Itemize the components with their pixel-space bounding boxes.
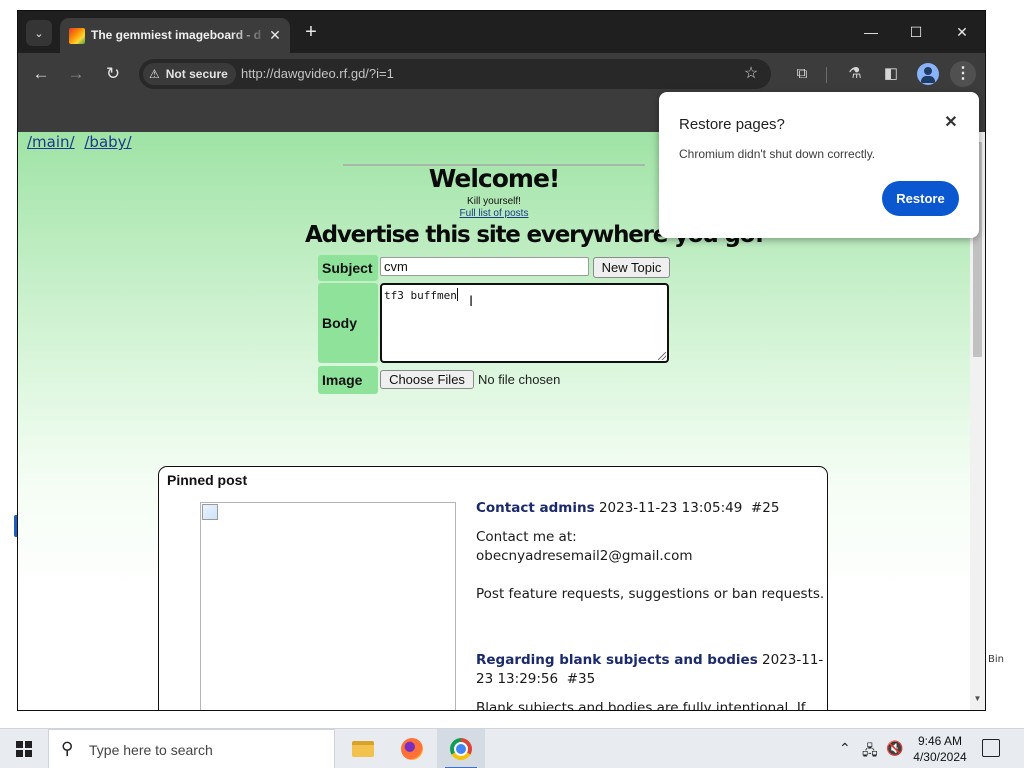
image-label: Image: [318, 366, 378, 394]
active-tab[interactable]: The gemmiest imageboard - d ✕: [60, 18, 290, 53]
close-icon[interactable]: ✕: [266, 26, 284, 44]
restore-title: Restore pages?: [679, 116, 785, 133]
advertise-banner: Advertise this site everywhere you go!: [305, 222, 765, 248]
toolbar-separator: [826, 67, 827, 83]
board-nav: /main/ /baby/: [27, 133, 137, 151]
post-body: Contact me at: obecnyadresemail2@gmail.c…: [476, 528, 826, 604]
body-text: tf3 buffmen: [384, 289, 457, 302]
post-subject: Contact admins: [476, 500, 595, 516]
board-link-baby[interactable]: /baby/: [84, 133, 131, 151]
profile-icon[interactable]: [917, 63, 939, 85]
subject-label: Subject: [318, 255, 378, 281]
clock-date: 4/30/2024: [913, 750, 967, 764]
warning-triangle-icon: ⚠: [149, 67, 160, 81]
search-icon: ⚲: [61, 739, 74, 758]
post-body: Blank subjects and bodies are fully inte…: [476, 699, 826, 711]
clock[interactable]: 9:46 AM 4/30/2024: [905, 733, 975, 765]
notification-icon[interactable]: [982, 739, 1000, 757]
restore-pages-dialog: Restore pages? ✕ Chromium didn't shut do…: [659, 92, 979, 238]
windows-logo-icon: [16, 741, 32, 757]
post-contact-admins: Contact admins 2023-11-23 13:05:49 #25 C…: [476, 499, 826, 604]
start-button[interactable]: [0, 729, 48, 768]
site-favicon: [69, 28, 85, 44]
post-line: Blank subjects and bodies are fully inte…: [476, 700, 806, 711]
resize-grip-icon[interactable]: [658, 352, 666, 360]
board-link-main[interactable]: /main/: [27, 133, 75, 151]
close-icon[interactable]: ✕: [940, 112, 962, 134]
ibeam-cursor-icon: I: [469, 294, 474, 310]
broken-image-icon[interactable]: [200, 502, 456, 710]
scroll-down-icon[interactable]: ▼: [972, 694, 983, 703]
url-text[interactable]: http://dawgvideo.rf.gd/?i=1: [241, 66, 394, 81]
chevron-up-icon[interactable]: ⌃: [839, 740, 851, 757]
subject-input[interactable]: cvm: [380, 257, 589, 276]
puzzle-icon[interactable]: ⧉: [790, 62, 814, 86]
new-topic-button[interactable]: New Topic: [593, 257, 670, 278]
post-blank-subjects: Regarding blank subjects and bodies 2023…: [476, 651, 826, 711]
file-explorer-taskbar-button[interactable]: [338, 729, 386, 768]
chromium-taskbar-button[interactable]: [437, 729, 485, 768]
tab-title-fade: [230, 26, 270, 46]
choose-files-button[interactable]: Choose Files: [380, 370, 474, 389]
network-icon[interactable]: 🖧: [862, 740, 878, 764]
security-chip[interactable]: ⚠ Not secure: [143, 63, 236, 85]
reload-icon[interactable]: ↻: [101, 62, 125, 86]
minimize-icon[interactable]: —: [856, 19, 886, 45]
chevron-down-icon[interactable]: ⌄: [26, 20, 52, 46]
post-line: Contact me at:: [476, 529, 577, 545]
star-icon[interactable]: ☆: [740, 63, 762, 85]
clock-time: 9:46 AM: [917, 734, 963, 748]
body-textarea[interactable]: tf3 buffmen: [380, 283, 669, 363]
folder-icon: [352, 741, 374, 757]
body-label: Body: [318, 283, 378, 363]
post-number[interactable]: #35: [567, 671, 596, 687]
tab-strip: ⌄ The gemmiest imageboard - d ✕ + — ☐ ✕: [18, 11, 985, 53]
pinned-title: Pinned post: [167, 472, 248, 488]
restore-message: Chromium didn't shut down correctly.: [679, 147, 876, 161]
maximize-icon[interactable]: ☐: [901, 19, 931, 45]
window-close-icon[interactable]: ✕: [947, 19, 977, 45]
firefox-icon: [401, 738, 423, 760]
desktop-label-recycle-bin: Bin: [988, 654, 1004, 665]
chromium-icon: [450, 738, 472, 760]
browser-toolbar: ← → ↻ ⚠ Not secure http://dawgvideo.rf.g…: [18, 53, 985, 95]
taskbar-search[interactable]: ⚲ Type here to search: [48, 729, 335, 768]
full-list-link[interactable]: Full list of posts: [460, 208, 529, 219]
arrow-left-icon[interactable]: ←: [29, 62, 53, 86]
text-caret: [456, 288, 458, 301]
plus-icon[interactable]: +: [299, 21, 323, 45]
post-line: Post feature requests, suggestions or ba…: [476, 586, 825, 602]
post-header: Contact admins 2023-11-23 13:05:49 #25: [476, 499, 826, 518]
flask-icon[interactable]: ⚗: [843, 62, 867, 86]
post-line-blank: [476, 566, 826, 585]
firefox-taskbar-button[interactable]: [388, 729, 436, 768]
post-line: obecnyadresemail2@gmail.com: [476, 548, 693, 564]
taskbar: ⚲ Type here to search ⌃ 🖧 🔇 9:46 AM 4/30…: [0, 728, 1024, 768]
post-header: Regarding blank subjects and bodies 2023…: [476, 651, 826, 689]
post-subject: Regarding blank subjects and bodies: [476, 652, 758, 668]
side-panel-icon[interactable]: ◧: [879, 62, 903, 86]
address-bar[interactable]: ⚠ Not secure http://dawgvideo.rf.gd/?i=1…: [139, 59, 771, 89]
arrow-right-icon[interactable]: →: [64, 62, 88, 86]
restore-button[interactable]: Restore: [882, 181, 959, 216]
pinned-post: Pinned post Contact admins 2023-11-23 13…: [158, 466, 828, 711]
security-label: Not secure: [165, 67, 228, 81]
post-number[interactable]: #25: [751, 500, 780, 516]
volume-muted-icon[interactable]: 🔇: [886, 740, 903, 757]
no-file-text: No file chosen: [478, 372, 561, 387]
post-date: 2023-11-23 13:05:49: [598, 500, 743, 516]
search-placeholder: Type here to search: [89, 742, 213, 758]
kebab-menu-icon[interactable]: ⋮: [950, 61, 976, 87]
